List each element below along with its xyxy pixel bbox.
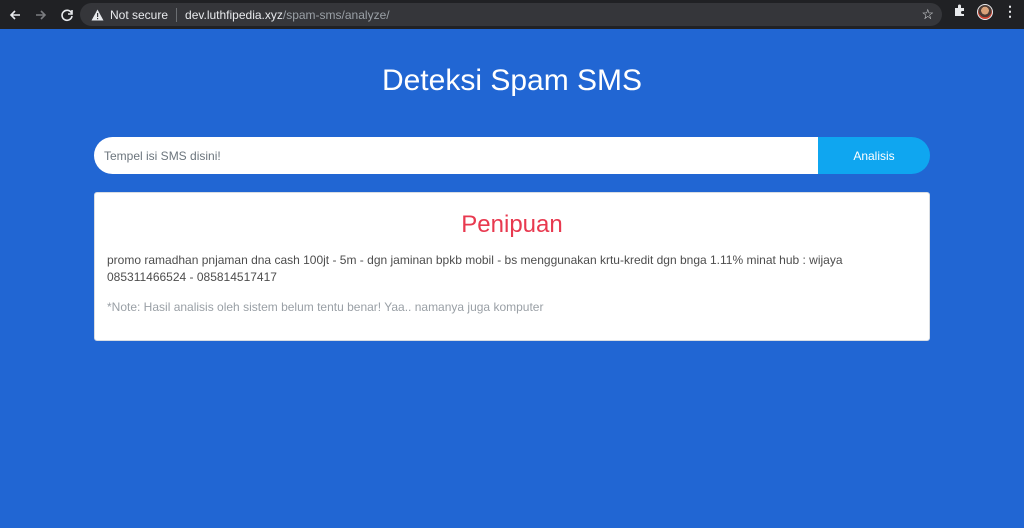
divider bbox=[176, 7, 178, 22]
result-card: Penipuan promo ramadhan pnjaman dna cash… bbox=[94, 192, 930, 341]
disclaimer-note: *Note: Hasil analisis oleh sistem belum … bbox=[107, 300, 544, 314]
profile-avatar[interactable] bbox=[977, 3, 993, 20]
reload-icon[interactable] bbox=[56, 4, 78, 26]
url-path[interactable]: /spam-sms/analyze/ bbox=[283, 8, 390, 22]
url-host[interactable]: dev.luthfipedia.xyz bbox=[185, 8, 283, 22]
back-icon[interactable] bbox=[4, 4, 26, 26]
security-label[interactable]: Not secure bbox=[110, 8, 168, 22]
address-bar[interactable]: Not secure dev.luthfipedia.xyz/spam-sms/… bbox=[80, 3, 942, 26]
warning-icon[interactable] bbox=[90, 8, 104, 22]
toolbar-right: ⋮ bbox=[953, 3, 1017, 20]
page-title: Deteksi Spam SMS bbox=[381, 64, 643, 97]
star-icon[interactable]: ☆ bbox=[921, 6, 934, 23]
menu-icon[interactable]: ⋮ bbox=[1003, 3, 1017, 20]
nav-buttons bbox=[0, 4, 78, 26]
sms-form: Analisis bbox=[94, 137, 930, 174]
analyze-button[interactable]: Analisis bbox=[818, 137, 930, 174]
result-label: Penipuan bbox=[461, 211, 563, 238]
sms-text: promo ramadhan pnjaman dna cash 100jt - … bbox=[107, 253, 843, 284]
sms-input[interactable] bbox=[94, 137, 818, 174]
extensions-icon[interactable] bbox=[953, 3, 967, 20]
forward-icon[interactable] bbox=[30, 4, 52, 26]
browser-toolbar: Not secure dev.luthfipedia.xyz/spam-sms/… bbox=[0, 0, 1024, 29]
